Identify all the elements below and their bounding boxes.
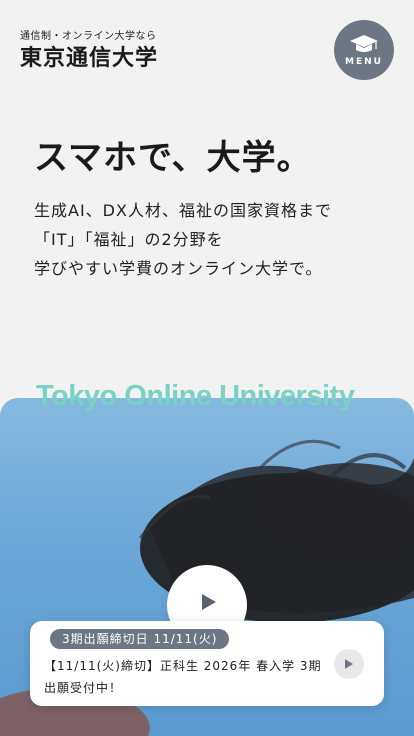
news-arrow-button[interactable] bbox=[334, 649, 364, 679]
brand-logo[interactable]: 通信制・オンライン大学なら 東京通信大学 bbox=[20, 30, 158, 72]
hero-lead: 生成AI、DX人材、福祉の国家資格まで 「IT」「福祉」の2分野を 学びやすい学… bbox=[34, 196, 394, 283]
news-card[interactable]: 3期出願締切日 11/11(火) 【11/11(火)締切】正科生 2026年 春… bbox=[30, 621, 384, 706]
news-text: 【11/11(火)締切】正科生 2026年 春入学 3期 出願受付中！ bbox=[44, 659, 322, 695]
graduation-cap-icon bbox=[350, 34, 378, 52]
hero-headline: スマホで、大学。 bbox=[34, 138, 312, 178]
lead-line: 学びやすい学費のオンライン大学で。 bbox=[34, 259, 323, 278]
deadline-badge: 3期出願締切日 11/11(火) bbox=[50, 629, 230, 649]
menu-label: MENU bbox=[345, 56, 383, 67]
lead-line: 「IT」「福祉」の2分野を bbox=[34, 230, 224, 249]
play-icon bbox=[202, 594, 216, 610]
lead-line: 生成AI、DX人材、福祉の国家資格まで bbox=[34, 201, 332, 220]
chevron-right-icon bbox=[345, 659, 353, 669]
english-title: Tokyo Online University bbox=[36, 380, 355, 412]
brand-tagline: 通信制・オンライン大学なら bbox=[20, 31, 157, 42]
menu-button[interactable]: MENU bbox=[334, 20, 394, 80]
brand-name: 東京通信大学 bbox=[20, 46, 159, 71]
